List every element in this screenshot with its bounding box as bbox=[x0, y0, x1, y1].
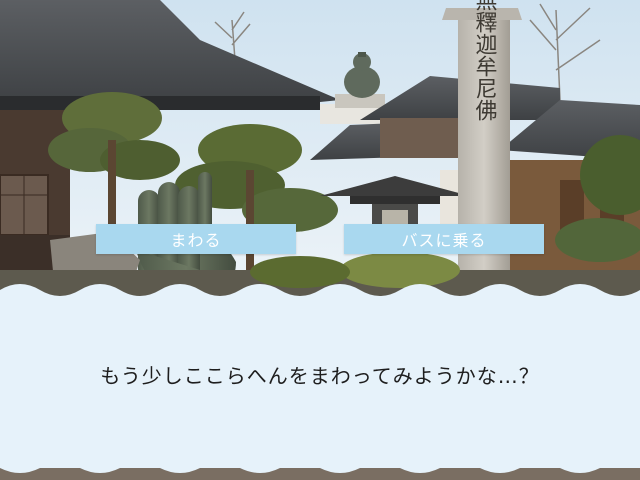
choice-take-bus-button[interactable]: バスに乗る bbox=[344, 224, 544, 254]
background-photo: 南無釋迦牟尼佛 bbox=[0, 0, 640, 300]
choice-walk-around-button[interactable]: まわる bbox=[96, 224, 296, 254]
pillar-inscription: 南無釋迦牟尼佛 bbox=[472, 0, 498, 121]
bottom-photo-strip bbox=[0, 460, 640, 480]
dialogue-text: もう少しここらへんをまわってみようかな…？ bbox=[100, 364, 540, 388]
